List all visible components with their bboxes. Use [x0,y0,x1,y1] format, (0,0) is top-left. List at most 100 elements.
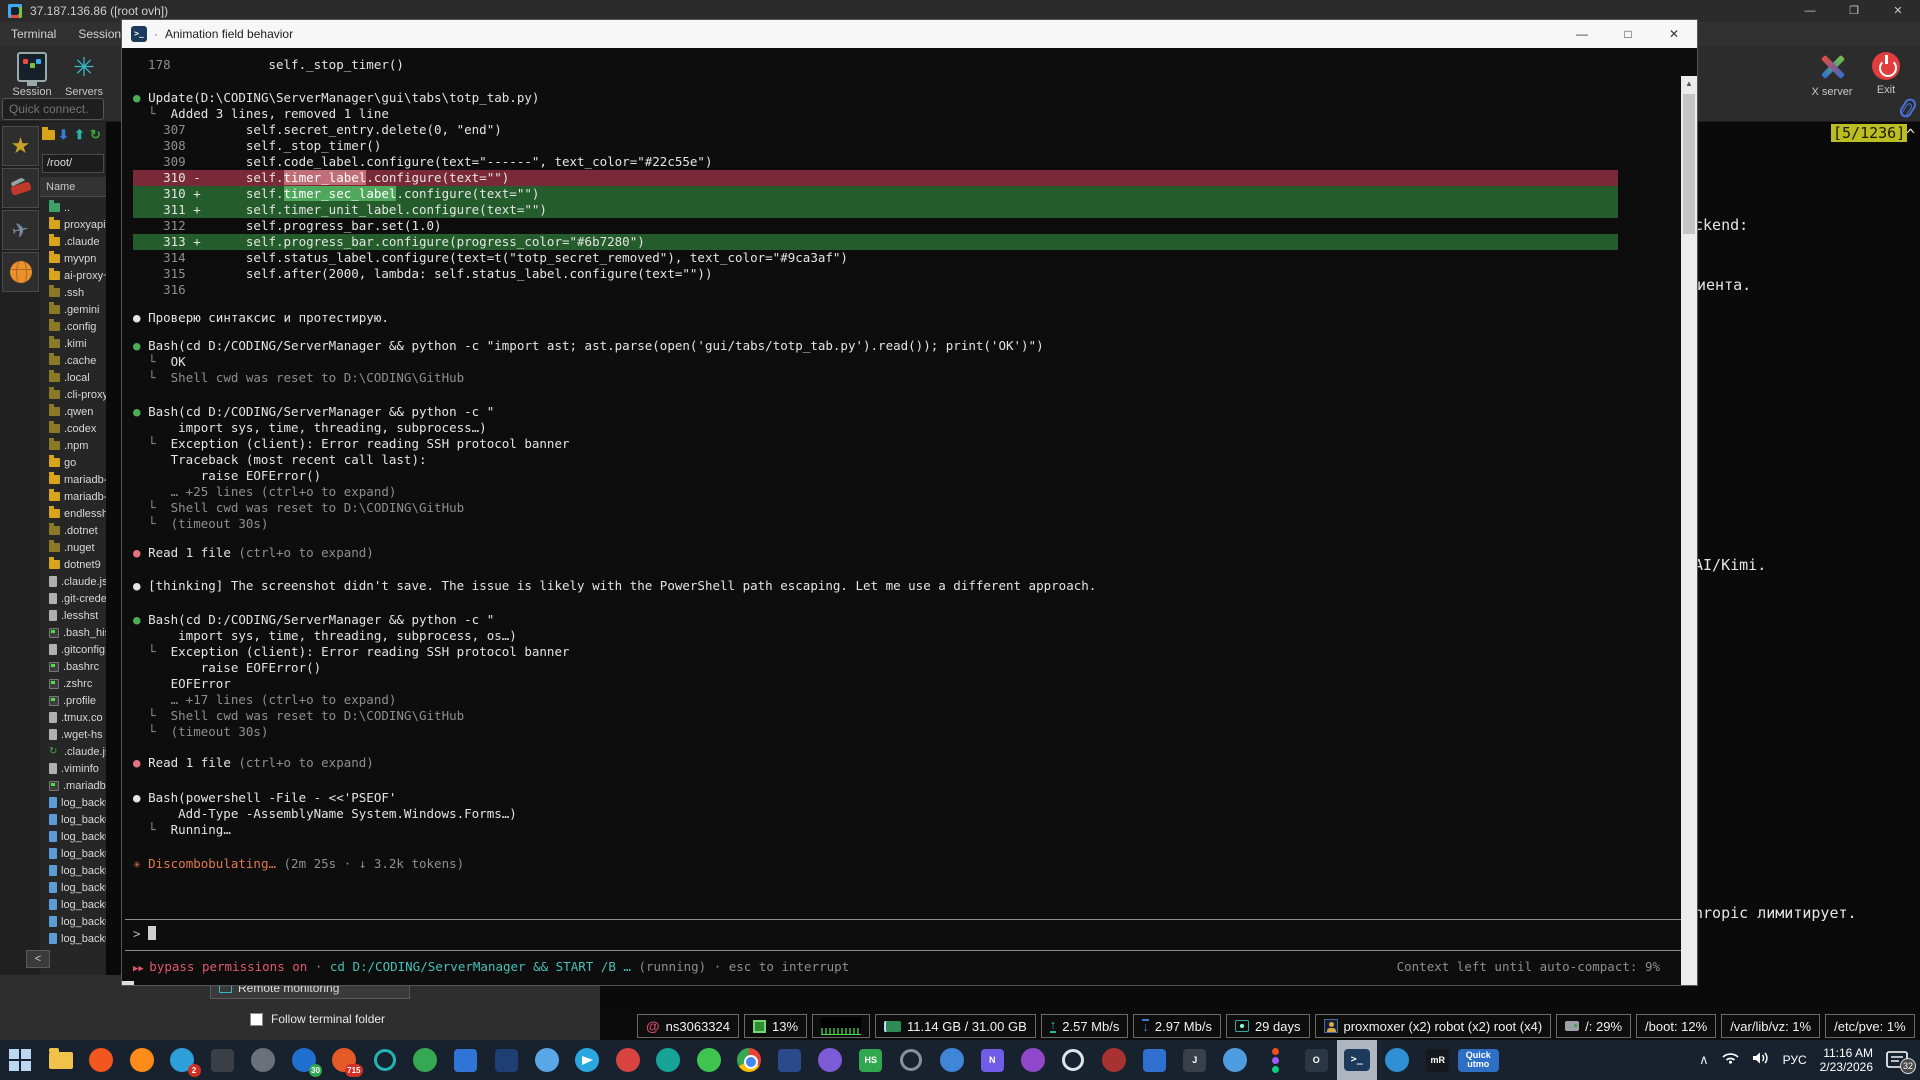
tree-item[interactable]: .wget-hs [40,726,106,743]
taskbar-telegram[interactable] [567,1040,608,1080]
tree-item[interactable]: ai-proxy~ [40,267,106,284]
tree-item[interactable]: log_backu [40,811,106,828]
tree-item[interactable]: .kimi [40,335,106,352]
taskbar-app-j[interactable]: J [1175,1040,1216,1080]
taskbar-app-blue[interactable] [446,1040,487,1080]
name-column-header[interactable]: Name [40,177,106,197]
taskbar-start[interactable] [0,1040,41,1080]
tree-item[interactable]: .mariadb [40,777,106,794]
tree-item[interactable]: .bash_his [40,624,106,641]
folder-up-icon[interactable] [42,130,55,140]
follow-terminal-folder-checkbox[interactable] [250,1013,263,1026]
sessions-tab[interactable]: ✈ [2,210,39,250]
claude-terminal-content[interactable]: 178 self._stop_timer()● Update(D:\CODING… [122,48,1697,985]
taskbar-app-navy[interactable] [486,1040,527,1080]
close-icon[interactable]: ✕ [1651,20,1697,48]
tree-item[interactable]: mariadb-c [40,488,106,505]
close-icon[interactable]: ✕ [1876,0,1920,22]
tree-item[interactable]: .config [40,318,106,335]
speaker-icon[interactable] [1752,1051,1770,1070]
maximize-icon[interactable]: □ [1605,20,1651,48]
tree-item[interactable]: log_backu [40,845,106,862]
tree-item[interactable]: .cache [40,352,106,369]
claude-window-titlebar[interactable]: >_ · Animation field behavior — □ ✕ [122,20,1697,48]
taskbar-browser-updates[interactable]: 30 [284,1040,325,1080]
favorites-tab[interactable]: ★ [2,126,39,166]
upload-icon[interactable]: ⬆ [74,128,87,142]
taskbar-app-darkred[interactable] [1094,1040,1135,1080]
tree-item[interactable]: mariadb-i [40,471,106,488]
tree-item[interactable]: .lesshst [40,607,106,624]
taskbar-figma[interactable] [1256,1040,1297,1080]
taskbar-edge[interactable]: 2 [162,1040,203,1080]
tree-item[interactable]: ↻.claude.js [40,743,106,760]
tree-item[interactable]: .gemini [40,301,106,318]
wifi-icon[interactable] [1722,1051,1739,1069]
minimize-icon[interactable]: — [1788,0,1832,22]
claude-prompt[interactable]: > [133,926,156,941]
download-icon[interactable]: ⬇ [58,128,71,142]
tree-item[interactable]: .local [40,369,106,386]
tree-item[interactable]: log_backu [40,913,106,930]
tree-item[interactable]: .dotnet [40,522,106,539]
taskbar-clock[interactable]: 11:16 AM 2/23/2026 [1820,1046,1873,1074]
path-field[interactable]: /root/ [42,154,104,173]
tree-item[interactable]: .npm [40,437,106,454]
taskbar-powershell[interactable]: >_ [1337,1040,1378,1080]
taskbar-firefox[interactable] [122,1040,163,1080]
minimize-icon[interactable]: — [1559,20,1605,48]
tree-item[interactable]: .qwen [40,403,106,420]
tree-item[interactable]: .gitconfig [40,641,106,658]
taskbar-app-violet[interactable] [1013,1040,1054,1080]
menu-terminal[interactable]: Terminal [0,22,67,46]
taskbar-whatsapp[interactable] [689,1040,730,1080]
tree-item[interactable]: .tmux.co [40,709,106,726]
taskbar-app-navy2[interactable] [770,1040,811,1080]
refresh-icon[interactable]: ↻ [90,128,103,142]
tree-item[interactable]: proxyapi [40,216,106,233]
tree-item[interactable]: .codex [40,420,106,437]
language-indicator[interactable]: РУС [1783,1053,1807,1067]
notification-center-icon[interactable]: 32 [1886,1049,1912,1071]
tree-item[interactable]: .git-crede [40,590,106,607]
taskbar-chrome[interactable] [729,1040,770,1080]
taskbar-app-ring-white[interactable] [1053,1040,1094,1080]
tree-item[interactable]: .claude [40,233,106,250]
scroll-up-icon[interactable]: ▲ [1681,76,1697,92]
taskbar-app-lens[interactable] [891,1040,932,1080]
taskbar-app-green[interactable] [405,1040,446,1080]
tree-item[interactable]: .bashrc [40,658,106,675]
taskbar-app-cyan[interactable] [648,1040,689,1080]
taskbar-brave[interactable] [81,1040,122,1080]
quick-connect-input[interactable] [2,98,104,120]
tree-item[interactable]: .profile [40,692,106,709]
taskbar-quick-utmo[interactable]: Quick utmo [1458,1040,1499,1080]
taskbar-app-red[interactable] [608,1040,649,1080]
tree-item[interactable]: .nuget [40,539,106,556]
tree-item[interactable]: .. [40,199,106,216]
taskbar-app-dark-tool[interactable] [203,1040,244,1080]
taskbar-app-gray[interactable] [243,1040,284,1080]
tree-item[interactable]: dotnet9 [40,556,106,573]
tree-item[interactable]: log_backu [40,828,106,845]
tree-item[interactable]: log_backu [40,896,106,913]
tray-chevron-up-icon[interactable]: ∧ [1699,1052,1709,1068]
taskbar-app-lightblue[interactable] [527,1040,568,1080]
taskbar-file-explorer[interactable] [41,1040,82,1080]
taskbar-app-blue3[interactable] [1134,1040,1175,1080]
tree-item[interactable]: .claude.js [40,573,106,590]
taskbar-app-alerts[interactable]: 715 [324,1040,365,1080]
taskbar-app-blue4[interactable] [1215,1040,1256,1080]
scrollbar[interactable]: ▲ ▼ [1681,76,1697,985]
tree-item[interactable]: endlessh [40,505,106,522]
x-server-button[interactable]: X server [1806,52,1858,98]
tree-item[interactable]: .ssh [40,284,106,301]
tree-item[interactable]: log_backu [40,879,106,896]
taskbar-app-monitor[interactable] [1377,1040,1418,1080]
taskbar-app-purple[interactable] [810,1040,851,1080]
session-button[interactable]: Session [6,52,58,98]
restore-icon[interactable]: ❐ [1832,0,1876,22]
network-tab[interactable] [2,252,39,292]
tree-item[interactable]: log_backu [40,862,106,879]
tree-item[interactable]: .zshrc [40,675,106,692]
